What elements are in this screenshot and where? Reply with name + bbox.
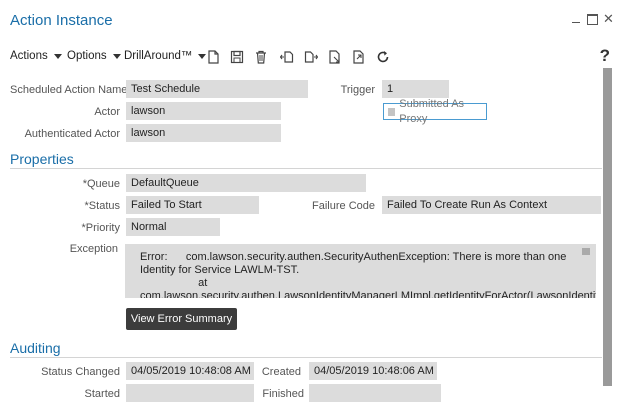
properties-section-title: Properties bbox=[10, 151, 74, 167]
submitted-as-proxy-label: Submitted As Proxy bbox=[399, 97, 465, 125]
priority-field[interactable]: Normal bbox=[126, 218, 220, 236]
priority-label: *Priority bbox=[81, 222, 120, 234]
auditing-section-title: Auditing bbox=[10, 340, 61, 356]
chevron-down-icon bbox=[112, 53, 121, 59]
copy-previous-icon[interactable] bbox=[280, 50, 294, 64]
queue-field[interactable]: DefaultQueue bbox=[126, 174, 366, 192]
section-divider bbox=[10, 168, 602, 169]
new-document-icon[interactable] bbox=[206, 50, 220, 64]
finished-label: Finished bbox=[262, 388, 304, 400]
exception-label: Exception bbox=[69, 243, 118, 255]
view-error-summary-button[interactable]: View Error Summary bbox=[126, 308, 237, 330]
exception-text: Error: com.lawson.security.authen.Securi… bbox=[140, 251, 596, 298]
save-icon[interactable] bbox=[230, 50, 244, 64]
authenticated-actor-label: Authenticated Actor bbox=[24, 128, 120, 140]
scheduled-action-name-label: Scheduled Action Name bbox=[10, 84, 128, 96]
exception-textarea[interactable]: Error: com.lawson.security.authen.Securi… bbox=[125, 244, 596, 298]
failure-code-field[interactable]: Failed To Create Run As Context bbox=[382, 196, 601, 214]
checkbox-icon bbox=[388, 107, 396, 116]
vertical-scrollbar[interactable] bbox=[603, 68, 612, 386]
export-icon[interactable] bbox=[352, 50, 366, 64]
section-divider bbox=[10, 357, 602, 358]
window-controls: ✕ bbox=[571, 12, 614, 25]
trigger-label: Trigger bbox=[340, 84, 375, 96]
window-titlebar: Action Instance ✕ bbox=[0, 0, 624, 40]
toolbar: Actions Options DrillAround™ ? bbox=[0, 44, 624, 70]
failure-code-label: Failure Code bbox=[312, 200, 375, 212]
scheduled-action-name-field[interactable]: Test Schedule bbox=[126, 80, 308, 98]
queue-label: *Queue bbox=[82, 178, 120, 190]
actor-field[interactable]: lawson bbox=[126, 102, 281, 120]
authenticated-actor-field[interactable]: lawson bbox=[126, 124, 281, 142]
submitted-as-proxy-checkbox[interactable]: Submitted As Proxy bbox=[383, 98, 487, 125]
actions-menu[interactable]: Actions bbox=[10, 50, 62, 62]
drillaround-menu-label: DrillAround™ bbox=[124, 50, 193, 62]
options-menu-label: Options bbox=[67, 50, 107, 62]
started-field[interactable] bbox=[126, 384, 254, 402]
started-label: Started bbox=[84, 388, 120, 400]
drillaround-menu[interactable]: DrillAround™ bbox=[124, 50, 207, 62]
maximize-icon[interactable] bbox=[587, 14, 598, 25]
chevron-down-icon bbox=[53, 53, 62, 59]
status-changed-field[interactable]: 04/05/2019 10:48:08 AM bbox=[126, 362, 254, 380]
actor-label: Actor bbox=[94, 106, 120, 118]
trigger-field[interactable]: 1 bbox=[382, 80, 449, 98]
exception-scrollbar[interactable] bbox=[582, 248, 590, 255]
status-label: *Status bbox=[84, 200, 120, 212]
finished-field[interactable] bbox=[309, 384, 441, 402]
status-changed-label: Status Changed bbox=[41, 366, 120, 378]
refresh-icon[interactable] bbox=[376, 50, 390, 64]
close-icon[interactable]: ✕ bbox=[603, 12, 614, 25]
window-title: Action Instance bbox=[10, 12, 113, 29]
created-label: Created bbox=[261, 366, 301, 378]
minimize-icon[interactable] bbox=[571, 14, 581, 24]
status-field[interactable]: Failed To Start bbox=[126, 196, 259, 214]
created-field[interactable]: 04/05/2019 10:48:06 AM bbox=[309, 362, 437, 380]
delete-icon[interactable] bbox=[254, 50, 268, 64]
actions-menu-label: Actions bbox=[10, 50, 48, 62]
copy-next-icon[interactable] bbox=[304, 50, 318, 64]
open-document-icon[interactable] bbox=[328, 50, 342, 64]
help-icon[interactable]: ? bbox=[600, 46, 610, 66]
options-menu[interactable]: Options bbox=[67, 50, 121, 62]
